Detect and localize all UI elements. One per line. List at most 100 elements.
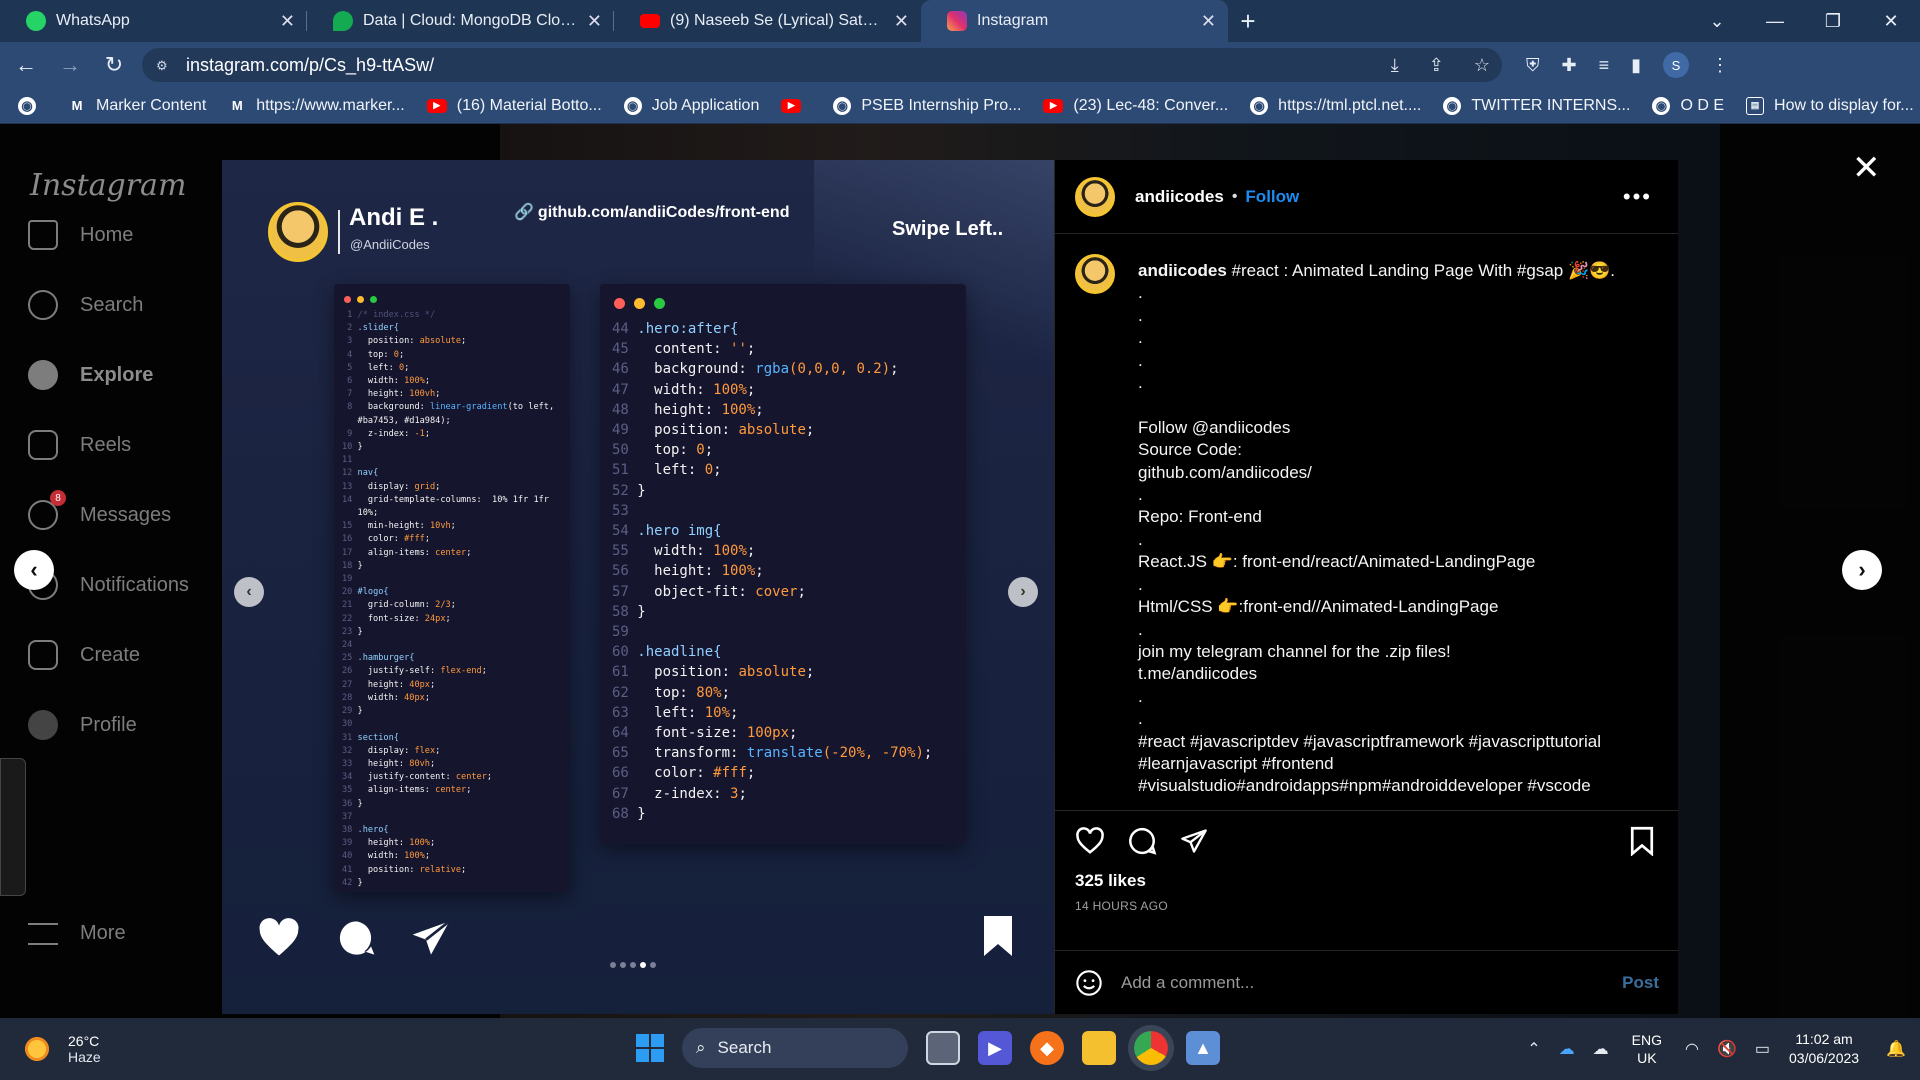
instagram-logo[interactable]: Instagram [30, 168, 186, 203]
weather-widget[interactable]: 26°C Haze [22, 1033, 101, 1065]
sidebar-item-search[interactable]: Search [28, 290, 143, 320]
bookmark-label: https://www.marker... [256, 96, 405, 114]
next-post-button[interactable]: › [1842, 550, 1882, 590]
likes-count[interactable]: 325 likes [1075, 871, 1679, 891]
github-link-text: 🔗 github.com/andiiCodes/front-end [514, 202, 789, 222]
photos-icon[interactable]: ▲ [1186, 1031, 1220, 1065]
m-icon: M [231, 98, 243, 113]
tab-youtube[interactable]: (9) Naseeb Se (Lyrical) SatyaPrem ✕ [614, 0, 921, 42]
carousel-next-button[interactable]: › [1008, 577, 1038, 607]
site-info-icon[interactable]: ⚙ [156, 58, 170, 73]
code-block: 44 .hero:after{ 45 content: ''; 46 backg… [612, 321, 933, 822]
bookmark-icon [984, 916, 1012, 956]
clock[interactable]: 11:02 am 03/06/2023 [1789, 1030, 1859, 1068]
side-panel-icon[interactable]: ▮ [1631, 55, 1641, 76]
chrome-icon[interactable] [1134, 1031, 1168, 1065]
sidebar-item-reels[interactable]: Reels [28, 430, 131, 460]
sidebar-item-more[interactable]: More [28, 922, 126, 945]
sidebar-item-profile[interactable]: Profile [28, 710, 137, 740]
share-icon[interactable] [1179, 827, 1209, 855]
close-icon[interactable]: ✕ [280, 11, 295, 32]
task-view-icon[interactable] [926, 1031, 960, 1065]
language-indicator[interactable]: ENG UK [1632, 1031, 1662, 1067]
new-tab-button[interactable]: + [1228, 0, 1268, 42]
install-icon[interactable]: ⤓ [1391, 55, 1399, 76]
bookmark-item[interactable]: ◉ PSEB Internship Pro... [833, 96, 1021, 115]
tab-mongodb[interactable]: Data | Cloud: MongoDB Cloud ✕ [307, 0, 614, 42]
address-bar[interactable]: ⚙ instagram.com/p/Cs_h9-ttASw/ ⤓ ⇪ ☆ [142, 48, 1502, 82]
meet-video-icon[interactable]: ▶ [978, 1031, 1012, 1065]
network-cloud-icon[interactable]: ☁ [1593, 1039, 1609, 1059]
avatar[interactable] [1075, 176, 1115, 217]
bookmark-item[interactable]: ◉ Job Application [623, 96, 759, 115]
extensions-puzzle-icon[interactable]: ✚ [1562, 55, 1577, 76]
sidebar-item-create[interactable]: Create [28, 640, 140, 670]
previous-post-button[interactable]: ‹ [14, 550, 54, 590]
browser-menu-icon[interactable]: ⋮ [1711, 55, 1729, 76]
carousel-previous-button[interactable]: ‹ [234, 577, 264, 607]
bookmark-item[interactable]: ▤ How to display for... [1746, 96, 1914, 115]
comment-input[interactable] [1121, 972, 1561, 993]
sidebar-item-messages[interactable]: 8 Messages [28, 490, 171, 530]
bookmark-item[interactable]: ◉ TWITTER INTERNS... [1443, 96, 1630, 115]
bookmark-item[interactable]: ▶ [781, 98, 811, 113]
weather-description: Haze [68, 1049, 101, 1065]
close-icon[interactable]: ✕ [894, 11, 909, 32]
bookmark-star-icon[interactable]: ☆ [1474, 55, 1490, 76]
screen-capture-toolbar[interactable] [0, 758, 26, 896]
media-controls-icon[interactable]: ≡ [1599, 55, 1610, 76]
close-modal-button[interactable]: ✕ [1852, 148, 1881, 188]
shield-extension-icon[interactable]: ⛨ [1526, 55, 1540, 76]
tab-whatsapp[interactable]: WhatsApp ✕ [0, 0, 307, 42]
language-code: ENG [1631, 1032, 1662, 1048]
bookmark-item[interactable]: ◉ [18, 96, 46, 115]
sidebar-item-explore[interactable]: Explore [28, 360, 153, 390]
tab-instagram[interactable]: Instagram ✕ [921, 0, 1228, 42]
avatar[interactable] [1075, 254, 1115, 294]
sidebar-item-label: Notifications [80, 573, 189, 596]
windows-start-icon[interactable] [636, 1034, 664, 1062]
save-bookmark-icon[interactable] [1629, 826, 1655, 856]
forward-button[interactable]: → [52, 47, 88, 83]
caption-username[interactable]: andiicodes [1138, 261, 1227, 280]
browser-toolbar: ← → ↻ ⚙ instagram.com/p/Cs_h9-ttASw/ ⤓ ⇪… [0, 42, 1920, 88]
minimize-button[interactable]: — [1746, 0, 1804, 42]
share-icon[interactable]: ⇪ [1429, 55, 1444, 76]
bookmark-item[interactable]: ▶ (16) Material Botto... [426, 97, 602, 115]
reload-button[interactable]: ↻ [96, 47, 132, 83]
post-detail-panel: andiicodes • Follow ••• andiicodes #reac… [1054, 160, 1679, 1014]
window-close-button[interactable]: ✕ [1862, 0, 1920, 42]
username-link[interactable]: andiicodes [1135, 187, 1224, 207]
author-name: Andi E . [349, 204, 439, 231]
back-button[interactable]: ← [8, 47, 44, 83]
more-options-icon[interactable]: ••• [1623, 184, 1652, 210]
bookmark-item[interactable]: ◉ https://tml.ptcl.net.... [1250, 96, 1421, 115]
close-icon[interactable]: ✕ [587, 11, 602, 32]
restore-button[interactable]: ❐ [1804, 0, 1862, 42]
follow-button[interactable]: Follow [1245, 187, 1299, 207]
bookmark-label: Marker Content [96, 96, 207, 114]
chevron-up-icon[interactable]: ⌃ [1527, 1039, 1540, 1059]
sidebar-item-home[interactable]: Home [28, 220, 133, 250]
bookmark-item[interactable]: Mhttps://www.marker... [228, 96, 405, 115]
notification-bell-icon[interactable]: 🔔 [1886, 1039, 1906, 1059]
taskbar-search[interactable]: ⌕ Search [682, 1028, 908, 1068]
code-block: 1 /* index.css */ 2 .slider{ 3 position:… [342, 310, 555, 888]
tab-search-icon[interactable]: ⌄ [1688, 0, 1746, 42]
onedrive-cloud-icon[interactable]: ☁ [1559, 1039, 1575, 1059]
bookmark-item[interactable]: ▶ (23) Lec-48: Conver... [1043, 97, 1228, 115]
wifi-icon[interactable]: ◠ [1685, 1039, 1699, 1059]
battery-icon[interactable]: ▭ [1755, 1039, 1770, 1059]
comment-icon[interactable] [1127, 826, 1157, 856]
profile-avatar[interactable]: S [1663, 52, 1690, 78]
sidebar-item-label: Reels [80, 433, 132, 456]
bookmark-item[interactable]: M Marker Content [68, 96, 207, 115]
bookmark-item[interactable]: ◉ O D E [1652, 96, 1724, 115]
post-comment-button[interactable]: Post [1622, 973, 1659, 993]
like-heart-icon[interactable] [1075, 827, 1105, 855]
volume-muted-icon[interactable]: 🔇 [1717, 1039, 1737, 1059]
emoji-icon[interactable] [1075, 969, 1103, 997]
brave-browser-icon[interactable]: ◆ [1030, 1031, 1064, 1065]
file-explorer-icon[interactable] [1082, 1031, 1116, 1065]
close-icon[interactable]: ✕ [1201, 11, 1216, 32]
